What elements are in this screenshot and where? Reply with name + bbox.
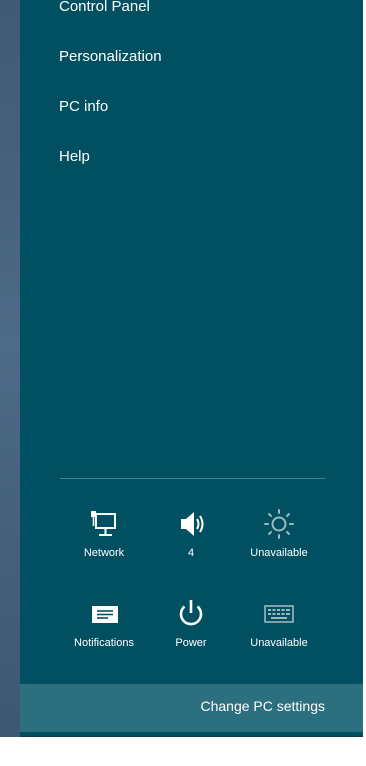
network-icon <box>62 508 146 542</box>
notifications-tile[interactable]: Notifications <box>62 598 146 670</box>
volume-tile[interactable]: 4 <box>149 508 233 580</box>
network-label: Network <box>83 547 125 559</box>
desktop-background-strip <box>0 0 20 766</box>
keyboard-icon <box>237 598 321 632</box>
bottom-white-strip <box>0 737 366 766</box>
brightness-icon <box>237 508 321 542</box>
power-label: Power <box>175 637 207 649</box>
menu-item-control-panel[interactable]: Control Panel <box>59 0 150 17</box>
brightness-label: Unavailable <box>250 547 308 559</box>
notifications-label: Notifications <box>74 637 134 649</box>
menu-item-pc-info[interactable]: PC info <box>59 97 108 117</box>
menu-item-personalization[interactable]: Personalization <box>59 47 162 67</box>
keyboard-label: Unavailable <box>250 637 308 649</box>
power-icon <box>149 598 233 632</box>
volume-label: 4 <box>187 547 195 559</box>
quick-settings-divider <box>60 478 325 479</box>
network-tile[interactable]: Network <box>62 508 146 580</box>
brightness-tile[interactable]: Unavailable <box>237 508 321 580</box>
notifications-icon <box>62 598 146 632</box>
power-tile[interactable]: Power <box>149 598 233 670</box>
change-pc-settings-label: Change PC settings <box>200 698 325 714</box>
settings-charm-pane: Control Panel Personalization PC info He… <box>20 0 363 737</box>
volume-icon <box>149 508 233 542</box>
change-pc-settings-button[interactable]: Change PC settings <box>20 684 363 732</box>
keyboard-tile[interactable]: Unavailable <box>237 598 321 670</box>
menu-item-help[interactable]: Help <box>59 147 90 167</box>
